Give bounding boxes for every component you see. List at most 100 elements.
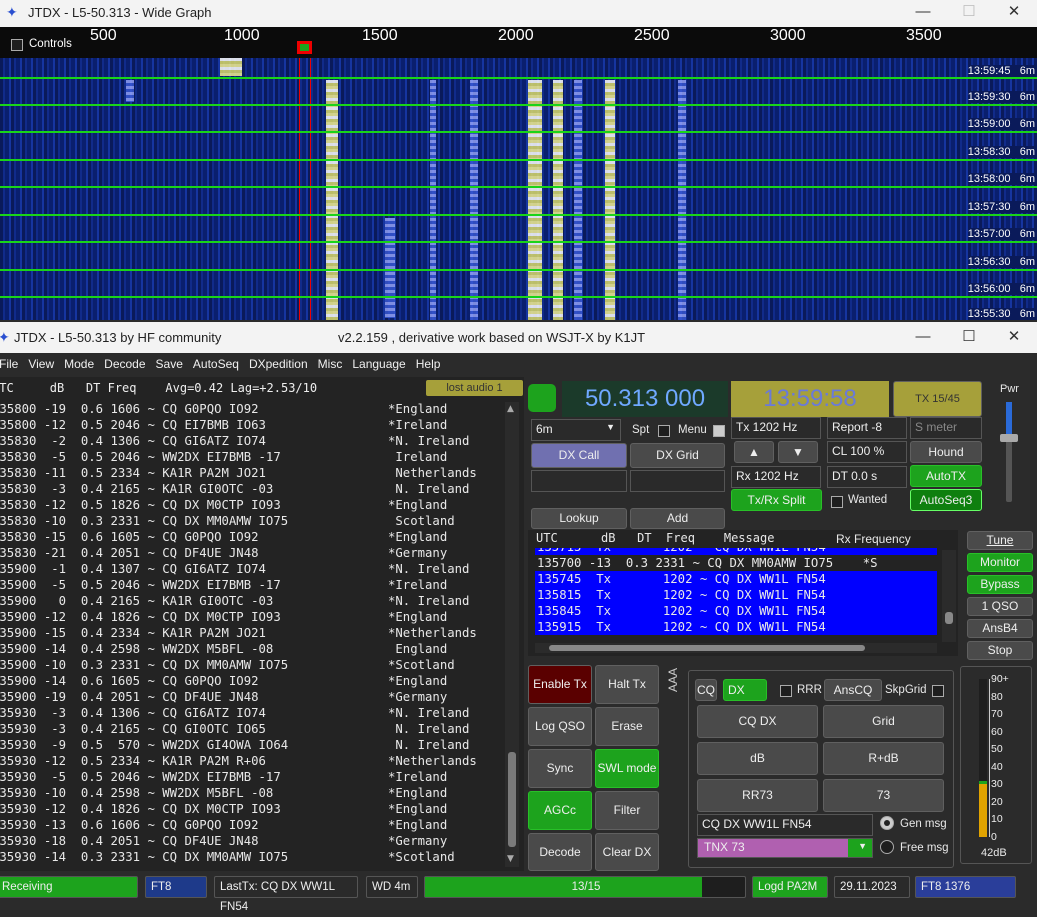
maximize-button[interactable]: ☐ xyxy=(946,322,992,353)
decode-row[interactable]: 135930 -18 0.4 2051 ~ CQ DF4UE JN48 *Germ… xyxy=(0,834,505,850)
dx-call-button[interactable]: DX Call xyxy=(531,443,627,468)
decode-scrollbar[interactable]: ▲ ▼ xyxy=(505,402,519,867)
waterfall[interactable]: 13:59:45 6m 13:59:30 6m 13:59:00 6m 13:5… xyxy=(0,58,1037,320)
decode-row[interactable]: 135900 -19 0.4 2051 ~ CQ DF4UE JN48 *Germ… xyxy=(0,690,505,706)
decode-row[interactable]: 135800 -19 0.6 1606 ~ CQ G0PQO IO92 *Engl… xyxy=(0,402,505,418)
tune-button[interactable]: Tune xyxy=(967,531,1033,550)
decode-row[interactable]: 135930 -3 0.4 2165 ~ CQ GI0OTC IO65 N. I… xyxy=(0,722,505,738)
free-message-select[interactable]: TNX 73 ▼ xyxy=(697,838,873,858)
rx-row[interactable]: 135845 Tx 1202 ~ CQ DX WW1L FN54 xyxy=(535,603,937,619)
generated-message-field[interactable]: CQ DX WW1L FN54 xyxy=(697,814,873,836)
erase-button[interactable]: Erase xyxy=(595,707,659,746)
decode-row[interactable]: 135930 -13 0.6 1606 ~ CQ G0PQO IO92 *Engl… xyxy=(0,818,505,834)
rx-list[interactable]: 135715 Tx 1202 ~ CQ DX WW1L FN54135700 -… xyxy=(535,548,937,642)
ansb4-button[interactable]: AnsB4 xyxy=(967,619,1033,638)
db-button[interactable]: dB xyxy=(697,742,818,775)
menu-misc[interactable]: Misc xyxy=(313,353,348,375)
status-led[interactable] xyxy=(528,384,556,412)
decode-row[interactable]: 135930 -10 0.4 2598 ~ WW2DX M5BFL -08 *En… xyxy=(0,786,505,802)
skpgrid-checkbox[interactable] xyxy=(932,683,944,697)
power-slider-handle[interactable] xyxy=(1000,434,1018,442)
decode-row[interactable]: 135900 -12 0.4 1826 ~ CQ DX M0CTP IO93 *E… xyxy=(0,610,505,626)
decode-row[interactable]: 135930 -9 0.5 570 ~ WW2DX GI4OWA IO64 N.… xyxy=(0,738,505,754)
scroll-down-arrow[interactable]: ▼ xyxy=(507,854,514,864)
decode-row[interactable]: 135930 -5 0.5 2046 ~ WW2DX EI7BMB -17 *Ir… xyxy=(0,770,505,786)
decode-row[interactable]: 135800 -12 0.5 2046 ~ CQ EI7BMB IO63 *Ire… xyxy=(0,418,505,434)
decode-row[interactable]: 135900 -1 0.4 1307 ~ CQ GI6ATZ IO74 *N. I… xyxy=(0,562,505,578)
rx-row[interactable]: 135715 Tx 1202 ~ CQ DX WW1L FN54 xyxy=(535,548,937,555)
agcc-button[interactable]: AGCc xyxy=(528,791,592,830)
decode-row[interactable]: 135830 -21 0.4 2051 ~ CQ DF4UE JN48 *Germ… xyxy=(0,546,505,562)
maximize-button[interactable]: ☐ xyxy=(946,0,992,27)
minimize-button[interactable]: — xyxy=(900,0,946,27)
menu-help[interactable]: Help xyxy=(411,353,446,375)
decode-row[interactable]: 135900 0 0.4 2165 ~ KA1R GI0OTC -03 *N. I… xyxy=(0,594,505,610)
bypass-button[interactable]: Bypass xyxy=(967,575,1033,594)
minimize-button[interactable]: — xyxy=(900,322,946,353)
menu-checkbox[interactable] xyxy=(713,423,725,437)
autoseq-button[interactable]: AutoSeq3 xyxy=(910,489,982,511)
scroll-up-arrow[interactable]: ▲ xyxy=(507,404,514,414)
decode-row[interactable]: 135900 -14 0.6 1605 ~ CQ G0PQO IO92 *Engl… xyxy=(0,674,505,690)
controls-checkbox[interactable] xyxy=(11,37,23,51)
gen-msg-radio[interactable] xyxy=(880,816,894,830)
lookup-button[interactable]: Lookup xyxy=(531,508,627,529)
spt-checkbox[interactable] xyxy=(658,423,670,437)
decode-list[interactable]: 135800 -19 0.6 1606 ~ CQ G0PQO IO92 *Engl… xyxy=(0,402,505,866)
decode-row[interactable]: 135830 -12 0.5 1826 ~ CQ DX M0CTP IO93 *E… xyxy=(0,498,505,514)
cq-button[interactable]: CQ xyxy=(695,679,717,701)
menu-autoseq[interactable]: AutoSeq xyxy=(188,353,244,375)
rx-vscroll-thumb[interactable] xyxy=(945,612,953,624)
seventy-three-button[interactable]: 73 xyxy=(823,779,944,812)
clear-dx-button[interactable]: Clear DX xyxy=(595,833,659,871)
menu-language[interactable]: Language xyxy=(347,353,410,375)
rx-row[interactable]: 135915 Tx 1202 ~ CQ DX WW1L FN54 xyxy=(535,619,937,635)
decode-row[interactable]: 135930 -12 0.4 1826 ~ CQ DX M0CTP IO93 *E… xyxy=(0,802,505,818)
band-select[interactable]: 6m ▼ xyxy=(531,419,621,441)
rx-frequency-panel[interactable]: UTC dB DT Freq Message Rx Frequency 1357… xyxy=(528,530,958,656)
frequency-scale[interactable]: Controls 500 1000 1500 2000 2500 3000 35… xyxy=(0,27,1037,58)
decode-row[interactable]: 135900 -14 0.4 2598 ~ WW2DX M5BFL -08 En… xyxy=(0,642,505,658)
filter-button[interactable]: Filter xyxy=(595,791,659,830)
sync-button[interactable]: Sync xyxy=(528,749,592,788)
decode-row[interactable]: 135930 -12 0.5 2334 ~ KA1R PA2M R+06 *Net… xyxy=(0,754,505,770)
rx-row[interactable]: 135815 Tx 1202 ~ CQ DX WW1L FN54 xyxy=(535,587,937,603)
autotx-button[interactable]: AutoTX xyxy=(910,465,982,487)
rx-vscroll[interactable] xyxy=(942,550,956,642)
decode-row[interactable]: 135900 -15 0.4 2334 ~ KA1R PA2M JO21 *Net… xyxy=(0,626,505,642)
one-qso-button[interactable]: 1 QSO xyxy=(967,597,1033,616)
swl-mode-button[interactable]: SWL mode xyxy=(595,749,659,788)
menu-file[interactable]: File xyxy=(0,353,23,375)
hound-button[interactable]: Hound xyxy=(910,441,982,463)
grid-button[interactable]: Grid xyxy=(823,705,944,738)
decode-row[interactable]: 135830 -5 0.5 2046 ~ WW2DX EI7BMB -17 Ir… xyxy=(0,450,505,466)
rx-hscroll[interactable] xyxy=(535,643,937,653)
decode-row[interactable]: 135830 -11 0.5 2334 ~ KA1R PA2M JO21 Net… xyxy=(0,466,505,482)
frequency-display[interactable]: 50.313 000 xyxy=(562,381,728,417)
dx-grid-button[interactable]: DX Grid xyxy=(630,443,725,468)
enable-tx-button[interactable]: Enable Tx xyxy=(528,665,592,704)
menu-decode[interactable]: Decode xyxy=(99,353,150,375)
add-button[interactable]: Add xyxy=(630,508,725,529)
rx-row[interactable]: 135700 -13 0.3 2331 ~ CQ DX MM0AMW IO75 … xyxy=(535,555,937,571)
close-button[interactable]: ✕ xyxy=(991,0,1037,27)
decode-row[interactable]: 135830 -3 0.4 2165 ~ KA1R GI0OTC -03 N. … xyxy=(0,482,505,498)
rx-hscroll-thumb[interactable] xyxy=(549,645,865,651)
cq-dx-button[interactable]: CQ DX xyxy=(697,705,818,738)
decode-row[interactable]: 135900 -5 0.5 2046 ~ WW2DX EI7BMB -17 *Ir… xyxy=(0,578,505,594)
decode-row[interactable]: 135900 -10 0.3 2331 ~ CQ DX MM0AMW IO75 *… xyxy=(0,658,505,674)
anscq-button[interactable]: AnsCQ xyxy=(824,679,882,701)
dx-grid-input[interactable] xyxy=(630,470,725,492)
halt-tx-button[interactable]: Halt Tx xyxy=(595,665,659,704)
s-meter-field[interactable]: S meter xyxy=(910,417,982,439)
menu-save[interactable]: Save xyxy=(151,353,188,375)
tx-rx-split-button[interactable]: Tx/Rx Split xyxy=(731,489,822,511)
power-slider[interactable] xyxy=(1000,402,1018,502)
r-db-button[interactable]: R+dB xyxy=(823,742,944,775)
rr73-button[interactable]: RR73 xyxy=(697,779,818,812)
arrow-down-button[interactable]: ▼ xyxy=(778,441,818,463)
monitor-button[interactable]: Monitor xyxy=(967,553,1033,572)
dx-button[interactable]: DX xyxy=(723,679,767,701)
decode-row[interactable]: 135830 -10 0.3 2331 ~ CQ DX MM0AMW IO75 … xyxy=(0,514,505,530)
decode-row[interactable]: 135830 -2 0.4 1306 ~ CQ GI6ATZ IO74 *N. I… xyxy=(0,434,505,450)
